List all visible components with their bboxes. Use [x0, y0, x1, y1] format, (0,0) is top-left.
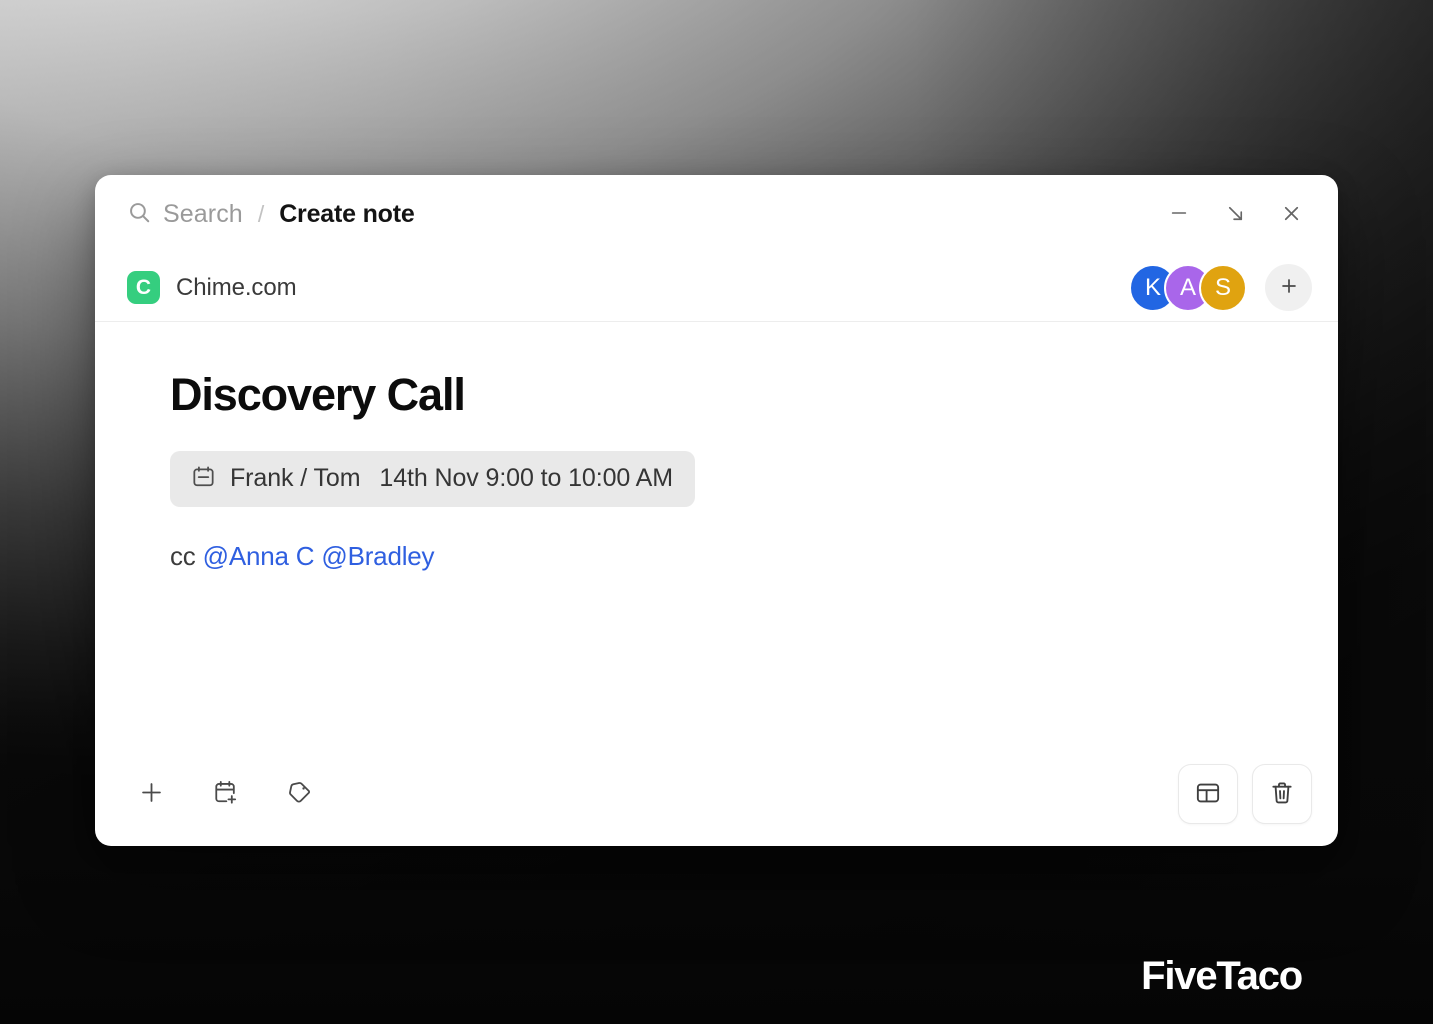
avatar[interactable]: S	[1199, 263, 1247, 312]
cc-line: cc @Anna C @Bradley	[170, 541, 1306, 572]
collaborators: KAS	[1129, 263, 1312, 312]
breadcrumb-separator: /	[257, 201, 265, 227]
mention-list: @Anna C @Bradley	[203, 541, 435, 571]
window-titlebar: Search / Create note	[95, 175, 1338, 254]
event-datetime: 14th Nov 9:00 to 10:00 AM	[379, 464, 673, 492]
window-controls	[1158, 194, 1312, 236]
page-title: Create note	[279, 200, 415, 228]
site-identity[interactable]: C Chime.com	[127, 271, 1129, 304]
footer-right-tools	[1178, 764, 1312, 824]
site-name: Chime.com	[176, 273, 297, 301]
close-icon	[1280, 202, 1303, 228]
search-input[interactable]: Search	[127, 200, 243, 230]
tag-icon	[286, 779, 313, 809]
fivetaco-watermark: FiveTaco	[1141, 954, 1303, 998]
avatar-stack: KAS	[1129, 263, 1247, 312]
note-footer-toolbar	[95, 742, 1338, 846]
add-tag-button[interactable]	[275, 770, 323, 818]
cc-label: cc	[170, 540, 196, 571]
breadcrumb: Search / Create note	[127, 200, 1158, 230]
minimize-button[interactable]	[1158, 194, 1200, 236]
search-icon	[127, 200, 152, 230]
mention-link[interactable]: @Anna C	[203, 541, 315, 571]
site-favicon: C	[127, 271, 160, 304]
layout-panel-icon	[1194, 779, 1222, 810]
plus-icon	[138, 779, 165, 809]
event-chip[interactable]: Frank / Tom 14th Nov 9:00 to 10:00 AM	[170, 450, 695, 507]
mention-link[interactable]: @Bradley	[321, 541, 434, 571]
add-collaborator-button[interactable]	[1265, 264, 1312, 311]
search-placeholder-text: Search	[163, 200, 243, 228]
close-button[interactable]	[1270, 194, 1312, 236]
note-content[interactable]: Discovery Call Frank / Tom 14th Nov 9:00…	[95, 322, 1338, 742]
plus-icon	[1278, 275, 1300, 300]
layout-button[interactable]	[1178, 764, 1238, 824]
calendar-plus-icon	[212, 779, 239, 809]
add-block-button[interactable]	[127, 770, 175, 818]
trash-icon	[1268, 779, 1296, 810]
collapse-button[interactable]	[1214, 194, 1256, 236]
calendar-icon	[191, 464, 216, 494]
schedule-event-button[interactable]	[201, 770, 249, 818]
note-title[interactable]: Discovery Call	[170, 370, 1306, 420]
favicon-letter: C	[135, 275, 152, 299]
minimize-icon	[1168, 202, 1190, 227]
footer-left-tools	[127, 770, 1178, 818]
note-window: Search / Create note C Chime.com K A S D…	[95, 175, 1338, 846]
delete-button[interactable]	[1252, 764, 1312, 824]
site-header-row: C Chime.com KAS	[95, 254, 1338, 322]
arrow-down-right-icon	[1224, 202, 1247, 228]
event-attendees: Frank / Tom	[230, 464, 361, 492]
